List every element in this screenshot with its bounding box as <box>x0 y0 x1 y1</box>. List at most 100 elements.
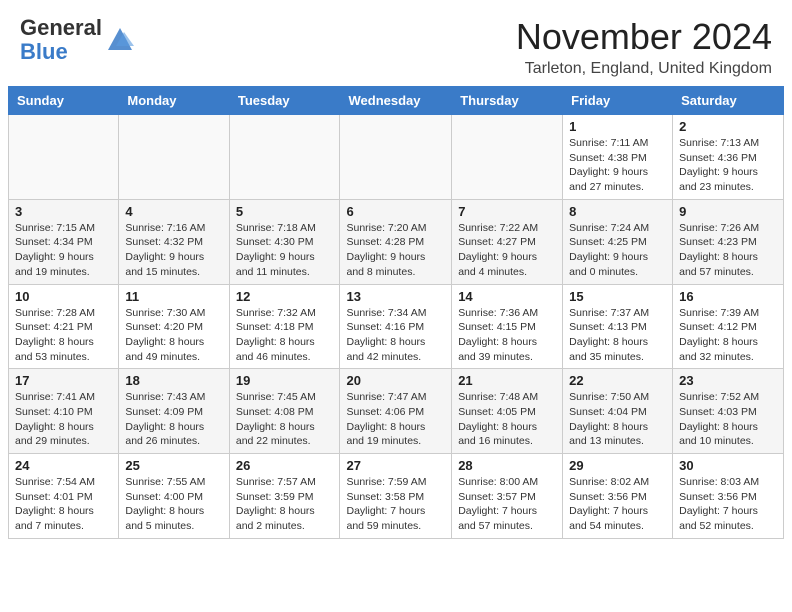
day-info: Sunrise: 7:43 AM Sunset: 4:09 PM Dayligh… <box>125 390 222 449</box>
day-cell <box>9 115 119 200</box>
day-number: 6 <box>346 204 445 219</box>
calendar-table: SundayMondayTuesdayWednesdayThursdayFrid… <box>8 86 784 539</box>
day-cell: 24 Sunrise: 7:54 AM Sunset: 4:01 PM Dayli… <box>9 454 119 539</box>
day-info: Sunrise: 7:41 AM Sunset: 4:10 PM Dayligh… <box>15 390 112 449</box>
day-info: Sunrise: 7:26 AM Sunset: 4:23 PM Dayligh… <box>679 221 777 280</box>
day-cell: 10 Sunrise: 7:28 AM Sunset: 4:21 PM Dayli… <box>9 284 119 369</box>
month-title: November 2024 <box>516 16 772 58</box>
day-cell: 14 Sunrise: 7:36 AM Sunset: 4:15 PM Dayli… <box>452 284 563 369</box>
day-info: Sunrise: 7:59 AM Sunset: 3:58 PM Dayligh… <box>346 475 445 534</box>
day-info: Sunrise: 7:16 AM Sunset: 4:32 PM Dayligh… <box>125 221 222 280</box>
day-info: Sunrise: 7:22 AM Sunset: 4:27 PM Dayligh… <box>458 221 556 280</box>
day-number: 25 <box>125 458 222 473</box>
day-cell: 23 Sunrise: 7:52 AM Sunset: 4:03 PM Dayli… <box>673 369 784 454</box>
day-number: 16 <box>679 289 777 304</box>
day-cell: 7 Sunrise: 7:22 AM Sunset: 4:27 PM Daylig… <box>452 199 563 284</box>
day-cell: 4Sunrise: 7:16 AM Sunset: 4:32 PM Daylig… <box>119 199 229 284</box>
day-number: 23 <box>679 373 777 388</box>
day-cell: 11Sunrise: 7:30 AM Sunset: 4:20 PM Dayli… <box>119 284 229 369</box>
week-row-1: 1 Sunrise: 7:11 AM Sunset: 4:38 PM Daylig… <box>9 115 784 200</box>
weekday-wednesday: Wednesday <box>340 87 452 115</box>
day-number: 12 <box>236 289 334 304</box>
day-cell: 19 Sunrise: 7:45 AM Sunset: 4:08 PM Dayli… <box>229 369 340 454</box>
day-cell: 20 Sunrise: 7:47 AM Sunset: 4:06 PM Dayli… <box>340 369 452 454</box>
title-block: November 2024 Tarleton, England, United … <box>516 16 772 78</box>
day-number: 9 <box>679 204 777 219</box>
day-info: Sunrise: 7:34 AM Sunset: 4:16 PM Dayligh… <box>346 306 445 365</box>
day-cell: 2Sunrise: 7:13 AM Sunset: 4:36 PM Daylig… <box>673 115 784 200</box>
weekday-sunday: Sunday <box>9 87 119 115</box>
day-number: 21 <box>458 373 556 388</box>
weekday-monday: Monday <box>119 87 229 115</box>
calendar-wrapper: SundayMondayTuesdayWednesdayThursdayFrid… <box>0 86 792 547</box>
day-number: 17 <box>15 373 112 388</box>
day-cell: 26 Sunrise: 7:57 AM Sunset: 3:59 PM Dayli… <box>229 454 340 539</box>
day-info: Sunrise: 7:18 AM Sunset: 4:30 PM Dayligh… <box>236 221 334 280</box>
day-number: 19 <box>236 373 334 388</box>
day-cell: 12 Sunrise: 7:32 AM Sunset: 4:18 PM Dayli… <box>229 284 340 369</box>
day-info: Sunrise: 7:47 AM Sunset: 4:06 PM Dayligh… <box>346 390 445 449</box>
day-info: Sunrise: 8:03 AM Sunset: 3:56 PM Dayligh… <box>679 475 777 534</box>
day-cell: 8Sunrise: 7:24 AM Sunset: 4:25 PM Daylig… <box>563 199 673 284</box>
day-number: 7 <box>458 204 556 219</box>
day-info: Sunrise: 7:11 AM Sunset: 4:38 PM Dayligh… <box>569 136 666 195</box>
logo-blue: Blue <box>20 39 68 64</box>
day-cell: 18 Sunrise: 7:43 AM Sunset: 4:09 PM Dayli… <box>119 369 229 454</box>
day-number: 3 <box>15 204 112 219</box>
weekday-friday: Friday <box>563 87 673 115</box>
day-info: Sunrise: 7:15 AM Sunset: 4:34 PM Dayligh… <box>15 221 112 280</box>
day-cell: 30 Sunrise: 8:03 AM Sunset: 3:56 PM Dayli… <box>673 454 784 539</box>
logo-general: General <box>20 15 102 40</box>
day-info: Sunrise: 7:32 AM Sunset: 4:18 PM Dayligh… <box>236 306 334 365</box>
day-number: 13 <box>346 289 445 304</box>
day-cell: 22 Sunrise: 7:50 AM Sunset: 4:04 PM Dayli… <box>563 369 673 454</box>
day-number: 30 <box>679 458 777 473</box>
weekday-saturday: Saturday <box>673 87 784 115</box>
day-number: 29 <box>569 458 666 473</box>
day-info: Sunrise: 7:36 AM Sunset: 4:15 PM Dayligh… <box>458 306 556 365</box>
day-number: 10 <box>15 289 112 304</box>
day-info: Sunrise: 8:02 AM Sunset: 3:56 PM Dayligh… <box>569 475 666 534</box>
day-info: Sunrise: 7:28 AM Sunset: 4:21 PM Dayligh… <box>15 306 112 365</box>
weekday-tuesday: Tuesday <box>229 87 340 115</box>
day-info: Sunrise: 7:24 AM Sunset: 4:25 PM Dayligh… <box>569 221 666 280</box>
weekday-thursday: Thursday <box>452 87 563 115</box>
location: Tarleton, England, United Kingdom <box>516 60 772 78</box>
logo: General Blue <box>20 16 134 64</box>
day-cell <box>229 115 340 200</box>
week-row-2: 3 Sunrise: 7:15 AM Sunset: 4:34 PM Daylig… <box>9 199 784 284</box>
day-number: 26 <box>236 458 334 473</box>
day-number: 5 <box>236 204 334 219</box>
day-number: 15 <box>569 289 666 304</box>
logo-icon <box>106 26 134 54</box>
day-number: 14 <box>458 289 556 304</box>
day-cell: 29 Sunrise: 8:02 AM Sunset: 3:56 PM Dayli… <box>563 454 673 539</box>
day-info: Sunrise: 7:20 AM Sunset: 4:28 PM Dayligh… <box>346 221 445 280</box>
week-row-4: 17 Sunrise: 7:41 AM Sunset: 4:10 PM Dayli… <box>9 369 784 454</box>
day-cell <box>119 115 229 200</box>
day-number: 18 <box>125 373 222 388</box>
week-row-5: 24 Sunrise: 7:54 AM Sunset: 4:01 PM Dayli… <box>9 454 784 539</box>
day-number: 1 <box>569 119 666 134</box>
day-cell: 27Sunrise: 7:59 AM Sunset: 3:58 PM Dayli… <box>340 454 452 539</box>
day-info: Sunrise: 7:45 AM Sunset: 4:08 PM Dayligh… <box>236 390 334 449</box>
day-info: Sunrise: 7:52 AM Sunset: 4:03 PM Dayligh… <box>679 390 777 449</box>
day-cell: 15 Sunrise: 7:37 AM Sunset: 4:13 PM Dayli… <box>563 284 673 369</box>
day-number: 20 <box>346 373 445 388</box>
day-number: 24 <box>15 458 112 473</box>
day-info: Sunrise: 7:54 AM Sunset: 4:01 PM Dayligh… <box>15 475 112 534</box>
day-cell: 25Sunrise: 7:55 AM Sunset: 4:00 PM Dayli… <box>119 454 229 539</box>
day-number: 2 <box>679 119 777 134</box>
day-info: Sunrise: 7:37 AM Sunset: 4:13 PM Dayligh… <box>569 306 666 365</box>
day-cell: 6 Sunrise: 7:20 AM Sunset: 4:28 PM Daylig… <box>340 199 452 284</box>
day-info: Sunrise: 7:50 AM Sunset: 4:04 PM Dayligh… <box>569 390 666 449</box>
day-number: 22 <box>569 373 666 388</box>
day-info: Sunrise: 7:48 AM Sunset: 4:05 PM Dayligh… <box>458 390 556 449</box>
day-info: Sunrise: 7:30 AM Sunset: 4:20 PM Dayligh… <box>125 306 222 365</box>
day-info: Sunrise: 8:00 AM Sunset: 3:57 PM Dayligh… <box>458 475 556 534</box>
day-cell: 9 Sunrise: 7:26 AM Sunset: 4:23 PM Daylig… <box>673 199 784 284</box>
day-info: Sunrise: 7:39 AM Sunset: 4:12 PM Dayligh… <box>679 306 777 365</box>
day-info: Sunrise: 7:57 AM Sunset: 3:59 PM Dayligh… <box>236 475 334 534</box>
day-cell: 3 Sunrise: 7:15 AM Sunset: 4:34 PM Daylig… <box>9 199 119 284</box>
header: General Blue November 2024 Tarleton, Eng… <box>0 0 792 86</box>
